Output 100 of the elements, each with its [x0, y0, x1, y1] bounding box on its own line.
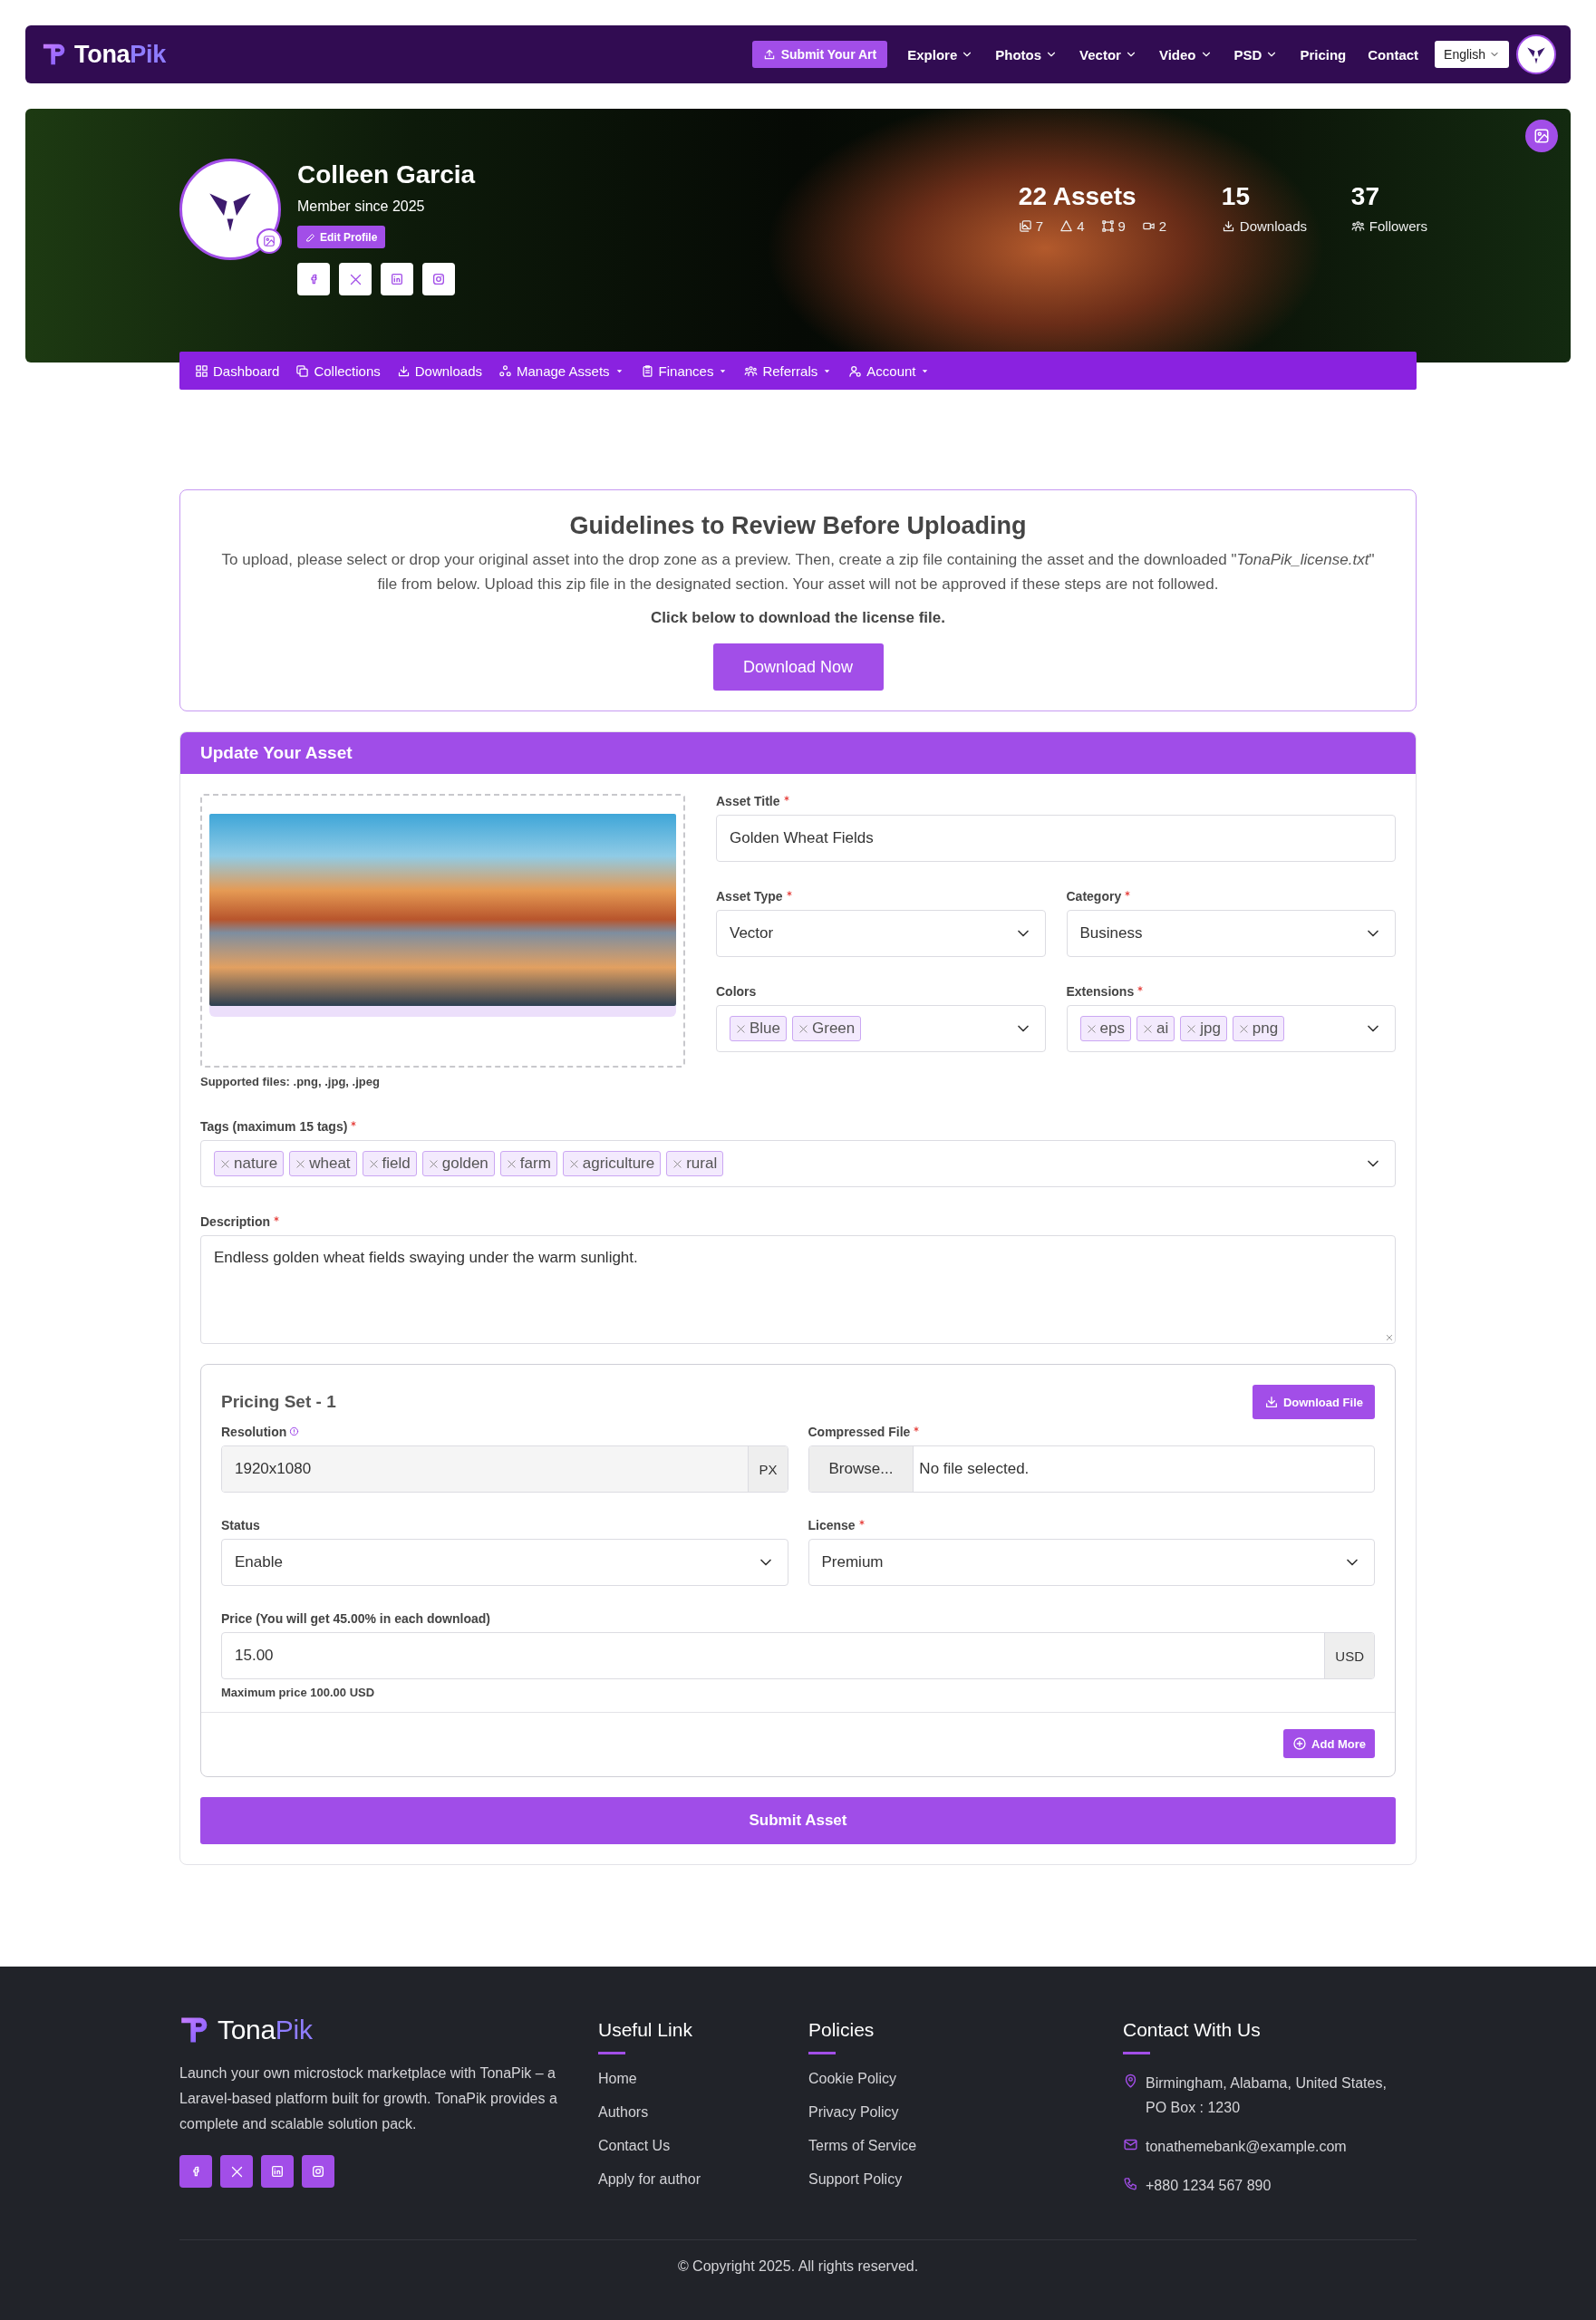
social-link[interactable] — [339, 263, 372, 295]
tag-chip[interactable]: golden — [421, 1151, 495, 1176]
member-since-text: Member since 2025 — [297, 198, 425, 215]
instagram-icon — [431, 272, 446, 286]
tag-chip[interactable]: jpg — [1180, 1016, 1227, 1041]
text-area[interactable]: Endless golden wheat fields swaying under the warm sunlight. — [200, 1235, 1396, 1344]
tag-chip[interactable]: nature — [214, 1151, 285, 1176]
nav-menu-item[interactable]: Contact — [1357, 46, 1430, 63]
field-label: Status — [221, 1518, 260, 1532]
tag-chip[interactable]: rural — [666, 1151, 724, 1176]
edit-profile-button[interactable]: Edit Profile — [297, 226, 386, 248]
download-icon — [1221, 219, 1235, 233]
card-header: Update Your Asset — [180, 732, 1416, 774]
tag-chip[interactable]: png — [1232, 1016, 1285, 1041]
submit-art-button[interactable]: Submit Your Art — [751, 41, 888, 68]
multi-select[interactable]: nature wheat field golden farm agriculture rural — [200, 1140, 1396, 1187]
logo-text[interactable]: TonaPik — [74, 40, 166, 69]
multi-select[interactable]: eps ai jpg png — [1066, 1005, 1396, 1052]
person-icon — [848, 363, 863, 378]
nav-menu-item[interactable]: Vector — [1069, 46, 1148, 63]
tag-chip[interactable]: ai — [1136, 1016, 1175, 1041]
social-link[interactable] — [422, 263, 455, 295]
remove-icon — [1238, 1023, 1249, 1034]
linkedin-icon — [270, 2164, 285, 2179]
footer-link[interactable]: Support Policy — [808, 2171, 1019, 2188]
dropdown[interactable]: Premium — [808, 1539, 1375, 1586]
nav-menu-item[interactable]: Photos — [984, 46, 1069, 63]
followers-count: 37 — [1350, 182, 1380, 211]
social-link[interactable] — [302, 2155, 334, 2188]
dashboard-menu-item[interactable]: Finances — [632, 362, 737, 379]
remove-icon — [1142, 1023, 1153, 1034]
dropdown[interactable]: Business — [1066, 910, 1396, 957]
input-field[interactable]: 15.00 USD — [221, 1632, 1375, 1679]
about-text: Launch your own microstock marketplace with TonaPik – a Laravel-based platform built for growth. TonaPik provides a complete and scalable solution pack. — [179, 2064, 558, 2133]
dashboard-menu-item[interactable]: Manage Assets — [490, 362, 633, 379]
footer-link[interactable]: Privacy Policy — [808, 2104, 1019, 2121]
contact-text: tonathemebank@example.com — [1146, 2138, 1347, 2156]
social-link[interactable] — [179, 2155, 212, 2188]
remove-icon — [506, 1158, 517, 1169]
dashboard-menu-item[interactable]: Account — [840, 362, 939, 379]
input-field[interactable]: 1920x1080 PX — [221, 1445, 788, 1493]
users-icon — [744, 363, 759, 378]
download-now-button[interactable]: Download Now — [712, 643, 884, 691]
tag-chip[interactable]: field — [362, 1151, 417, 1176]
field-label: Asset Type — [716, 889, 793, 904]
remove-icon — [1086, 1023, 1097, 1034]
dashboard-menu-item[interactable]: Dashboard — [187, 362, 288, 379]
social-link[interactable] — [381, 263, 413, 295]
remove-icon — [672, 1158, 683, 1169]
nav-menu-item[interactable]: Explore — [896, 46, 985, 63]
field-label: Category — [1066, 889, 1132, 904]
field-label: Tags (maximum 15 tags) — [200, 1119, 358, 1134]
triangle-icon — [1059, 219, 1074, 233]
footer-link[interactable]: Contact Us — [598, 2138, 808, 2154]
map-pin-icon — [1123, 2074, 1138, 2089]
users-icon — [1350, 219, 1365, 233]
tag-chip[interactable]: wheat — [289, 1151, 357, 1176]
grid-icon — [195, 363, 208, 378]
nav-menu-item[interactable]: PSD — [1223, 46, 1290, 63]
download-icon — [1263, 1395, 1279, 1409]
nav-menu-item[interactable]: Pricing — [1289, 46, 1358, 63]
logo-text[interactable]: TonaPik — [218, 2015, 313, 2045]
change-cover-button[interactable] — [1525, 120, 1558, 152]
field-label: License — [808, 1518, 866, 1532]
required-icon — [782, 795, 790, 802]
remove-icon — [368, 1158, 379, 1169]
tag-chip[interactable]: agriculture — [562, 1151, 662, 1176]
footer-heading: Contact With Us — [1123, 2019, 1262, 2041]
input-field[interactable]: Golden Wheat Fields — [716, 815, 1396, 862]
language-selector[interactable]: English — [1435, 41, 1509, 68]
submit-asset-button[interactable]: Submit Asset — [200, 1797, 1396, 1844]
dashboard-menu-item[interactable]: Downloads — [388, 362, 490, 379]
browse-button[interactable]: Browse... — [808, 1446, 914, 1492]
tag-chip[interactable]: Blue — [730, 1016, 788, 1041]
drop-zone[interactable] — [200, 794, 685, 1068]
multi-select[interactable]: Blue Green — [716, 1005, 1046, 1052]
dashboard-menu-item[interactable]: Referrals — [736, 362, 841, 379]
dashboard-menu-item[interactable]: Collections — [287, 362, 389, 379]
dropdown[interactable]: Vector — [716, 910, 1046, 957]
remove-icon — [798, 1023, 809, 1034]
footer-link[interactable]: Terms of Service — [808, 2138, 1019, 2154]
remove-icon — [220, 1158, 230, 1169]
tag-chip[interactable]: farm — [499, 1151, 557, 1176]
user-avatar[interactable] — [1516, 34, 1556, 74]
dropdown[interactable]: Enable — [221, 1539, 788, 1586]
tag-chip[interactable]: eps — [1079, 1016, 1131, 1041]
download-file-button[interactable]: Download File — [1252, 1385, 1375, 1419]
footer-link[interactable]: Authors — [598, 2104, 808, 2121]
add-more-button[interactable]: Add More — [1283, 1729, 1375, 1758]
tag-chip[interactable]: Green — [792, 1016, 862, 1041]
footer-link[interactable]: Home — [598, 2071, 808, 2087]
social-link[interactable] — [297, 263, 330, 295]
asset-type-count: 2 — [1158, 218, 1167, 234]
footer-link[interactable]: Apply for author — [598, 2171, 808, 2188]
social-link[interactable] — [261, 2155, 294, 2188]
nav-menu-item[interactable]: Video — [1147, 46, 1224, 63]
image-icon — [263, 235, 276, 247]
plus-circle-icon — [1292, 1736, 1308, 1751]
change-avatar-button[interactable] — [256, 228, 282, 254]
footer-link[interactable]: Cookie Policy — [808, 2071, 1019, 2087]
